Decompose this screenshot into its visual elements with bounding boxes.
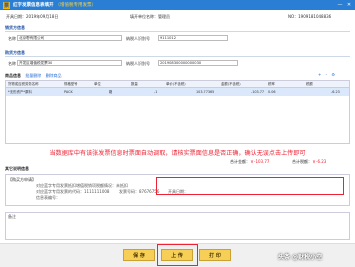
save-button[interactable]: 保 存 [123,249,155,261]
row-name[interactable]: *无形资产*原料 [8,89,32,96]
goods-section-title: 商品信息 [5,73,21,78]
issue-date-value: 2019年09月18日 [26,14,59,19]
window-subtitle: （增值税专用发票） [55,3,97,8]
settings-icon[interactable]: ⚙ [331,72,335,77]
upload-highlight [157,244,198,266]
minimize-icon[interactable]: — [336,1,344,9]
col-spec: 规格型号 [64,82,78,86]
blue-invoice-number: 发票号码：87676756 [119,189,160,194]
row-price[interactable]: 103.77365 [196,89,214,96]
buyer-tax-field[interactable]: 201908300000000030 [158,60,238,66]
seller-tax-label: 纳税人识别号 [126,36,150,41]
applicant-title: 【购买方申请】 [8,177,36,182]
remarks-textarea[interactable] [5,212,350,240]
row-tax[interactable]: -6.23 [331,89,340,96]
title-bar: 票 红字发票信息表填开 （增值税专用发票） — ✕ [0,0,355,10]
doc-number-value: 1909181048836 [298,14,332,19]
buyer-name-field[interactable]: 开发区增值税发票30 [17,60,122,66]
col-rate: 税率 [268,82,275,86]
total-tax-label: 合计税额： [292,159,312,164]
row-spec[interactable]: PACK [64,89,73,96]
total-tax: 合计税额：￥-6.23 [292,159,326,165]
total-amount-label: 合计金额： [230,159,250,164]
remove-row-icon[interactable]: - [326,72,327,77]
watermark-text: 头条 @财税小空 [278,254,323,261]
col-name: 货物或应税劳务名称 [8,82,39,86]
issue-date-label: 开具日期： [6,14,26,19]
row-amount[interactable]: -103.77 [251,89,264,96]
goods-header: 商品信息 批量删除 删除商品 [5,73,62,79]
app-logo-icon: 票 [3,1,10,9]
row-qty[interactable]: -1 [154,89,157,96]
row-rate[interactable]: 0.06 [268,89,276,96]
row-unit[interactable]: 箱 [109,89,112,96]
buyer-tax-label: 纳税人识别号 [126,61,150,66]
info-table-number: 信息表编号： [36,195,60,200]
add-row-icon[interactable]: + [318,72,321,77]
issue-date: 开具日期：2019年09月18日 [6,14,58,20]
goods-toolbar: + - ⚙ [318,72,335,77]
seller-name-label: 名称 [8,36,16,41]
divider [5,56,350,57]
other-section-title: 其它说明信息 [5,166,29,171]
batch-delete-link[interactable]: 批量删除 [25,73,41,78]
issuer-label: 填开单位名称： [130,14,158,19]
total-amount-value: ￥-103.77 [250,159,270,164]
doc-number: NO：1909181048836 [288,14,331,20]
total-tax-value: ￥-6.23 [312,159,327,164]
seller-tax-field[interactable]: 9111012 [158,35,228,41]
issuer: 填开单位名称：管理员 [130,14,170,20]
delete-goods-link[interactable]: 删除商品 [46,73,62,78]
col-tax: 税额 [306,82,313,86]
doc-number-label: NO： [288,14,299,19]
close-icon[interactable]: ✕ [345,1,353,9]
goods-table: 货物或应税劳务名称 规格型号 单位 数量 单价(不含税) 金额(不含税) 税率 … [5,80,350,144]
highlight-box [156,177,344,195]
buyer-name-label: 名称 [8,61,16,66]
col-unit: 单位 [94,82,101,86]
total-amount: 合计金额：￥-103.77 [230,159,269,165]
table-row[interactable] [6,88,349,96]
issuer-value: 管理员 [158,14,170,19]
window-title: 红字发票信息表填开 [13,3,54,8]
col-qty: 数量 [131,82,138,86]
divider [5,31,350,32]
col-price: 单价(不含税) [166,82,186,86]
print-button[interactable]: 打 印 [199,249,231,261]
seller-name-field[interactable]: 北京嘢有限公司 [17,35,122,41]
col-amount: 金额(不含税) [221,82,241,86]
notice-banner: 当数据库中有该张发票信息时票面自动调取，请核实票面信息是否正确，确认无误点击上传… [49,150,306,157]
